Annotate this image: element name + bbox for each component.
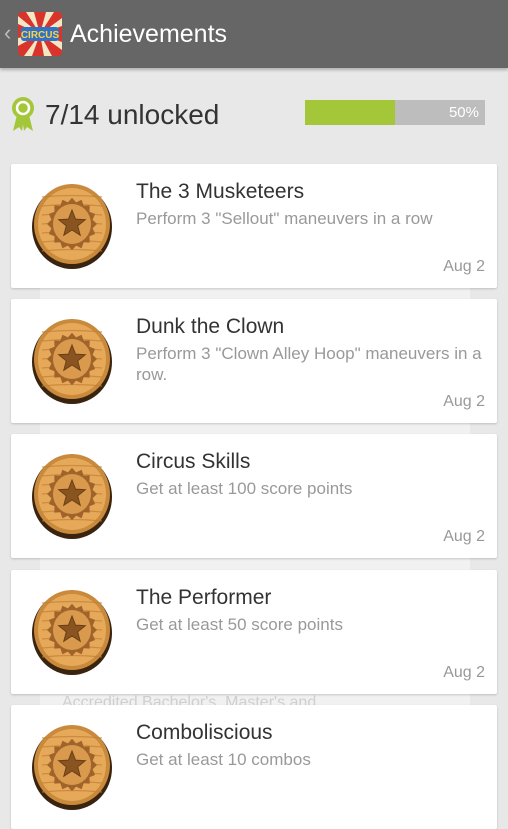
achievement-card[interactable]: The 3 Musketeers Perform 3 "Sellout" man… (11, 164, 497, 288)
svg-text:CIRCUS: CIRCUS (21, 30, 60, 41)
achievement-title: Circus Skills (136, 450, 251, 473)
star-badge-icon (31, 721, 113, 811)
achievement-date: Aug 2 (443, 393, 485, 410)
unlocked-count: 7/14 unlocked (45, 99, 220, 130)
achievement-card[interactable]: The Performer Get at least 50 score poin… (11, 570, 497, 694)
circus-app-icon[interactable]: CIRCUS (18, 12, 62, 56)
achievement-date: Aug 2 (443, 528, 485, 545)
award-ribbon-icon (12, 97, 34, 131)
achievement-date: Aug 2 (443, 258, 485, 275)
achievement-title: Dunk the Clown (136, 315, 285, 338)
star-badge-icon (31, 586, 113, 676)
progress-bar: 50% (305, 100, 485, 125)
achievement-card[interactable]: Comboliscious Get at least 10 combos (11, 705, 497, 829)
progress-bar-fill (305, 100, 395, 125)
achievement-description: Perform 3 "Clown Alley Hoop" maneuvers i… (136, 344, 482, 384)
achievement-description: Get at least 50 score points (136, 615, 343, 634)
progress-percent: 50% (448, 104, 479, 121)
action-bar: ‹ CIRCUS Achievements (0, 0, 508, 68)
achievement-date: Aug 2 (443, 664, 485, 681)
star-badge-icon (31, 180, 113, 270)
chevron-left-icon[interactable]: ‹ (4, 20, 11, 46)
achievement-title: The Performer (136, 586, 272, 609)
achievement-description: Get at least 10 combos (136, 750, 311, 769)
achievement-title: The 3 Musketeers (136, 180, 305, 203)
achievement-description: Get at least 100 score points (136, 479, 353, 498)
star-badge-icon (31, 450, 113, 540)
achievement-description: Perform 3 "Sellout" maneuvers in a row (136, 209, 433, 228)
screen-title: Achievements (70, 20, 228, 48)
achievement-card[interactable]: Dunk the Clown Perform 3 "Clown Alley Ho… (11, 299, 497, 423)
achievement-title: Comboliscious (136, 721, 273, 744)
achievement-summary: 7/14 unlocked 50% (0, 68, 508, 158)
star-badge-icon (31, 315, 113, 405)
achievement-card[interactable]: Circus Skills Get at least 100 score poi… (11, 434, 497, 558)
